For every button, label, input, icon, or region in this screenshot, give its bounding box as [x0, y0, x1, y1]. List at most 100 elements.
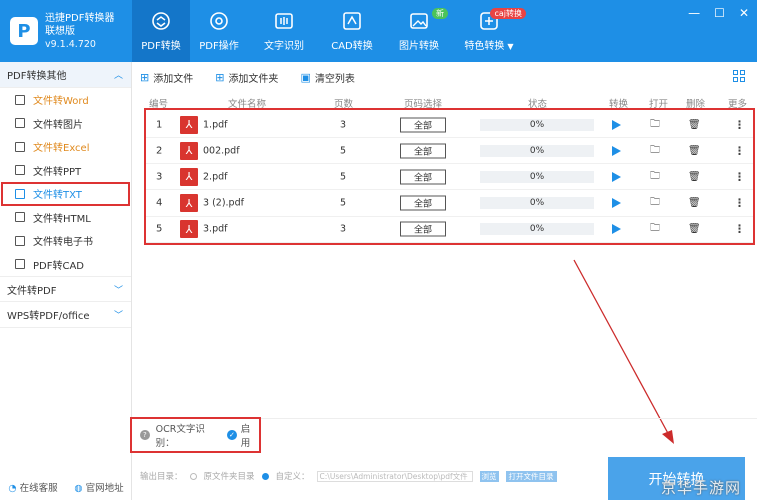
open-directory-button[interactable]: 打开文件目录 — [505, 470, 557, 482]
app-edition: 联想版 — [45, 25, 75, 37]
close-button[interactable]: ✕ — [739, 6, 749, 20]
trash-icon[interactable]: 🗑 — [688, 198, 701, 209]
chevron-up-icon: ︿ — [113, 71, 123, 81]
online-service-link[interactable]: ◔ 在线客服 — [8, 480, 57, 494]
table-row: 3 ⅄ 2.pdf 5 全部 0% 🗀 🗑 ⋮ — [146, 164, 753, 191]
page-range-button[interactable]: 全部 — [400, 195, 446, 211]
pdf-file-icon: ⅄ — [180, 115, 198, 134]
page-range-button[interactable]: 全部 — [400, 143, 446, 159]
table-row: 1 ⅄ 1.pdf 3 全部 0% 🗀 🗑 ⋮ — [146, 112, 753, 138]
col-status: 状态 — [528, 99, 548, 110]
tab-cad[interactable]: CAD转换 — [320, 0, 384, 62]
start-convert-button[interactable]: 开始转换 京华手游网 — [608, 457, 745, 500]
txt-icon — [15, 188, 25, 199]
pdf-file-icon: ⅄ — [180, 141, 198, 160]
col-range: 页码选择 — [404, 99, 443, 110]
folder-open-icon[interactable]: 🗀 — [650, 221, 660, 238]
help-icon[interactable]: ? — [140, 430, 150, 440]
trash-icon[interactable]: 🗑 — [688, 171, 701, 182]
grid-view-icon[interactable] — [733, 70, 745, 82]
annotation-arrow-head — [662, 430, 674, 444]
sidebar-item-ebook[interactable]: 文件转电子书 — [0, 229, 131, 253]
option-custom[interactable]: 自定义： — [276, 470, 310, 482]
add-folder-button[interactable]: ⊞ 添加文件夹 — [215, 70, 278, 85]
radio-source-folder[interactable] — [189, 472, 197, 480]
minimize-button[interactable]: — — [688, 6, 700, 20]
website-link[interactable]: ◍ 官网地址 — [74, 480, 123, 494]
maximize-button[interactable]: ☐ — [714, 6, 725, 20]
more-icon[interactable]: ⋮ — [734, 144, 745, 157]
play-icon[interactable] — [612, 198, 621, 209]
ebook-icon — [15, 235, 25, 246]
output-label: 输出目录： — [140, 472, 183, 482]
caj-badge: caj转换 — [490, 8, 526, 19]
more-icon[interactable]: ⋮ — [734, 197, 745, 210]
row-pages: 3 — [340, 119, 347, 130]
radio-custom-folder[interactable] — [261, 472, 269, 480]
tab-pdf-convert[interactable]: PDF转换 — [132, 0, 190, 62]
more-icon[interactable]: ⋮ — [734, 118, 745, 131]
output-path-field[interactable]: C:\Users\Administrator\Desktop\pdf文件 — [316, 470, 473, 482]
row-pages: 5 — [340, 197, 347, 209]
folder-open-icon[interactable]: 🗀 — [650, 142, 660, 159]
play-icon[interactable] — [612, 171, 621, 182]
row-filename: 2.pdf — [203, 171, 228, 183]
add-file-button[interactable]: ⊞ 添加文件 — [140, 70, 193, 85]
excel-icon — [15, 141, 25, 152]
trash-icon[interactable]: 🗑 — [688, 119, 701, 130]
refresh-doc-icon — [150, 10, 172, 32]
ocr-enable[interactable]: 启用 — [241, 421, 259, 449]
tab-ocr[interactable]: 文字识别 — [248, 0, 320, 62]
more-icon[interactable]: ⋮ — [734, 170, 745, 183]
row-filename: 002.pdf — [203, 145, 240, 157]
sidebar-item-html[interactable]: 文件转HTML — [0, 206, 131, 230]
output-directory: 输出目录： 原文件夹目录 自定义： C:\Users\Administrator… — [140, 470, 557, 482]
sidebar-group-wps[interactable]: WPS转PDF/office ﹀ — [0, 302, 131, 328]
trash-icon[interactable]: 🗑 — [688, 224, 701, 235]
sidebar-item-txt[interactable]: 文件转TXT — [1, 182, 130, 206]
tab-pdf-ops[interactable]: PDF操作 — [190, 0, 248, 62]
chevron-down-icon: ▼ — [507, 42, 514, 51]
pdf-file-icon: ⅄ — [180, 167, 198, 186]
col-open: 打开 — [649, 99, 669, 110]
watermark: 京华手游网 — [660, 479, 741, 497]
tab-special[interactable]: caj转换 特色转换 ▼ — [454, 0, 526, 62]
ocr-option: ? OCR文字识别： ✓ 启用 — [130, 417, 261, 453]
sidebar-item-ppt[interactable]: 文件转PPT — [0, 159, 131, 183]
play-icon[interactable] — [612, 224, 621, 235]
folder-open-icon[interactable]: 🗀 — [650, 195, 660, 212]
page-range-button[interactable]: 全部 — [400, 117, 446, 132]
pdf-file-icon: ⅄ — [180, 220, 198, 239]
gear-doc-icon — [208, 10, 230, 32]
col-delete: 删除 — [686, 99, 706, 110]
sidebar-item-word[interactable]: 文件转Word — [0, 88, 131, 112]
tab-image[interactable]: 新 图片转换 — [384, 0, 454, 62]
page-range-button[interactable]: 全部 — [400, 221, 446, 237]
col-convert: 转换 — [609, 99, 629, 110]
check-icon[interactable]: ✓ — [227, 430, 237, 440]
progress-bar: 0% — [480, 118, 594, 131]
sidebar-item-cad[interactable]: PDF转CAD — [0, 253, 131, 277]
sidebar-group-pdf-other[interactable]: PDF转换其他 ︿ — [0, 62, 131, 88]
row-index: 2 — [156, 145, 163, 157]
sidebar-group-to-pdf[interactable]: 文件转PDF ﹀ — [0, 276, 131, 302]
sidebar-item-image[interactable]: 文件转图片 — [0, 112, 131, 136]
table-row: 4 ⅄ 3 (2).pdf 5 全部 0% 🗀 🗑 ⋮ — [146, 191, 753, 217]
play-icon[interactable] — [612, 119, 621, 130]
folder-open-icon[interactable]: 🗀 — [650, 116, 660, 133]
more-icon[interactable]: ⋮ — [734, 223, 745, 236]
play-icon[interactable] — [612, 145, 621, 156]
sidebar-item-excel[interactable]: 文件转Excel — [0, 135, 131, 159]
folder-open-icon[interactable]: 🗀 — [650, 168, 660, 185]
cad-icon — [341, 10, 363, 32]
clear-list-button[interactable]: ▣ 清空列表 — [300, 70, 354, 85]
col-more: 更多 — [728, 99, 748, 110]
option-source-folder[interactable]: 原文件夹目录 — [204, 470, 255, 482]
browse-button[interactable]: 浏览 — [479, 470, 499, 482]
page-range-button[interactable]: 全部 — [400, 169, 446, 185]
table-row: 5 ⅄ 3.pdf 3 全部 0% 🗀 🗑 ⋮ — [146, 217, 753, 243]
trash-icon[interactable]: 🗑 — [688, 145, 701, 156]
app-version: v9.1.4.720 — [45, 38, 96, 50]
file-table: 1 ⅄ 1.pdf 3 全部 0% 🗀 🗑 ⋮ 2 ⅄ 002.pdf 5 全部 0% 🗀 🗑 ⋮ 3 ⅄ 2.pdf 5… — [144, 108, 755, 245]
image-icon — [408, 10, 430, 32]
